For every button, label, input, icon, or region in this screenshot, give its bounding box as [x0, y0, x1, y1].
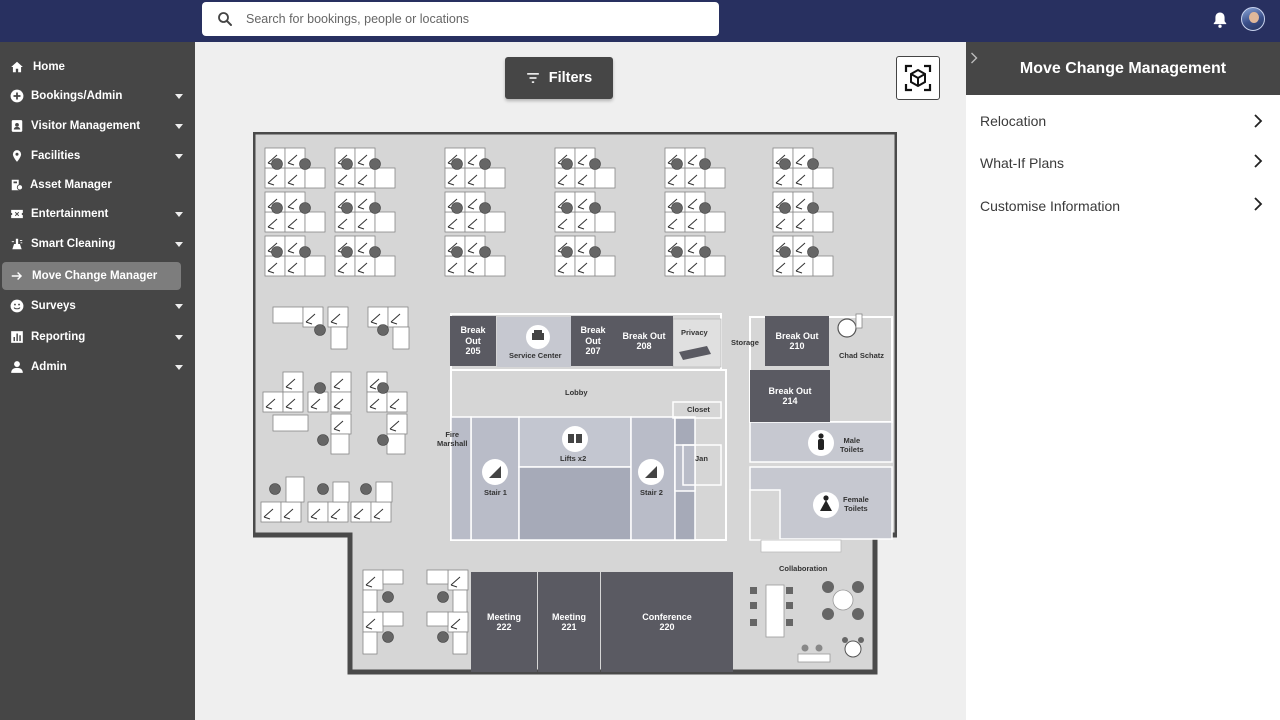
sidebar-item-label: Surveys [31, 300, 76, 312]
chevron-down-icon[interactable] [175, 123, 183, 129]
ar-view-button[interactable] [896, 56, 940, 100]
search-input[interactable]: Search for bookings, people or locations [246, 12, 469, 26]
chevron-down-icon[interactable] [175, 241, 183, 247]
sidebar-item-facilities[interactable]: Facilities [0, 142, 195, 170]
sidebar-item-surveys[interactable]: Surveys [0, 292, 195, 320]
panel-item-customise-information[interactable]: Customise Information [966, 187, 1280, 225]
floor-plan: Break Out 205 Service Center Break Out 2… [253, 132, 897, 682]
sidebar: Home Bookings/Admin Visitor Management F… [0, 42, 195, 720]
panel-header: Move Change Management [966, 42, 1280, 95]
chevron-down-icon[interactable] [175, 211, 183, 217]
user-avatar[interactable] [1241, 7, 1265, 31]
filter-icon [526, 73, 539, 83]
panel-item-label: Relocation [980, 113, 1047, 129]
main-content: Filters Break Out 205 Service Center Bre… [195, 42, 966, 720]
sidebar-item-label: Admin [31, 361, 67, 373]
collapse-panel-icon[interactable] [970, 52, 978, 64]
room-conference-220[interactable]: Conference 220 [601, 572, 733, 672]
stair-1-label: Stair 1 [484, 488, 507, 497]
sidebar-item-reporting[interactable]: Reporting [0, 323, 195, 351]
room-meeting-221[interactable]: Meeting 221 [538, 572, 600, 672]
room-break-out-207[interactable]: Break Out 207 [571, 316, 615, 366]
sidebar-item-asset-manager[interactable]: Asset Manager [0, 171, 195, 199]
sidebar-item-label: Reporting [31, 331, 86, 343]
sidebar-item-bookings[interactable]: Bookings/Admin [0, 82, 195, 110]
male-toilets-label: Male Toilets [840, 436, 864, 454]
collaboration-label: Collaboration [779, 564, 828, 573]
office-chad-schatz-label: Chad Schatz [839, 351, 885, 360]
room-storage-label: Storage [731, 338, 759, 347]
room-break-out-205[interactable]: Break Out 205 [450, 316, 496, 366]
room-break-out-210[interactable]: Break Out 210 [765, 316, 829, 366]
home-icon [9, 60, 24, 75]
asset-icon [9, 178, 24, 193]
ar-cube-icon [904, 64, 932, 92]
panel-item-relocation[interactable]: Relocation [966, 102, 1280, 140]
janitor-label: Jan [695, 454, 708, 463]
panel-title: Move Change Management [1019, 59, 1227, 77]
room-meeting-222[interactable]: Meeting 222 [471, 572, 537, 672]
chevron-down-icon[interactable] [175, 93, 183, 99]
panel-item-label: What-If Plans [980, 155, 1065, 171]
move-change-panel: Move Change Management Relocation What-I… [966, 42, 1280, 720]
bar-chart-icon [9, 330, 24, 345]
person-icon [9, 360, 24, 375]
chevron-right-icon [1254, 114, 1263, 128]
female-toilets-label: Female Toilets [843, 495, 869, 513]
smiley-icon [9, 299, 24, 314]
arrow-right-icon [9, 269, 24, 284]
sidebar-item-label: Asset Manager [30, 179, 112, 191]
search-icon [218, 12, 232, 26]
ticket-icon [9, 207, 24, 222]
stair-2-label: Stair 2 [640, 488, 663, 497]
sidebar-item-smart-cleaning[interactable]: Smart Cleaning [0, 230, 195, 258]
room-break-out-214[interactable]: Break Out 214 [750, 370, 830, 422]
sidebar-item-label: Smart Cleaning [31, 238, 116, 250]
filters-label: Filters [548, 70, 593, 86]
filters-button[interactable]: Filters [505, 57, 613, 99]
room-break-out-208[interactable]: Break Out 208 [615, 316, 673, 366]
chevron-down-icon[interactable] [175, 334, 183, 340]
sidebar-item-move-change-manager[interactable]: Move Change Manager [2, 262, 181, 290]
chevron-right-icon [1254, 197, 1263, 211]
badge-icon [9, 119, 24, 134]
lobby-label: Lobby [565, 388, 588, 397]
fire-marshall-label: Fire Marshall [437, 430, 468, 448]
sidebar-item-label: Bookings/Admin [31, 90, 123, 102]
plus-circle-icon [9, 89, 24, 104]
sidebar-item-label: Visitor Management [31, 120, 141, 132]
bell-icon[interactable] [1210, 10, 1230, 30]
chevron-right-icon [1254, 154, 1263, 168]
sidebar-item-entertainment[interactable]: Entertainment [0, 200, 195, 228]
lifts-label: Lifts x2 [560, 454, 587, 463]
sidebar-item-admin[interactable]: Admin [0, 353, 195, 381]
location-pin-icon [9, 149, 24, 164]
closet-label: Closet [687, 405, 710, 414]
chevron-down-icon[interactable] [175, 364, 183, 370]
top-bar: Search for bookings, people or locations [0, 0, 1280, 42]
panel-item-label: Customise Information [980, 198, 1121, 214]
panel-item-what-if-plans[interactable]: What-If Plans [966, 144, 1280, 182]
sidebar-item-label: Facilities [31, 150, 81, 162]
sidebar-item-label: Entertainment [31, 208, 109, 220]
chevron-down-icon[interactable] [175, 303, 183, 309]
search-bar[interactable]: Search for bookings, people or locations [202, 2, 719, 36]
sidebar-item-home[interactable]: Home [0, 53, 195, 81]
sidebar-item-label: Move Change Manager [32, 270, 158, 282]
room-privacy-label: Privacy [681, 328, 708, 337]
sidebar-item-label: Home [33, 61, 65, 73]
chevron-down-icon[interactable] [175, 153, 183, 159]
room-service-center-label: Service Center [509, 351, 562, 360]
cleaning-icon [9, 237, 24, 252]
sidebar-item-visitor-management[interactable]: Visitor Management [0, 112, 195, 140]
